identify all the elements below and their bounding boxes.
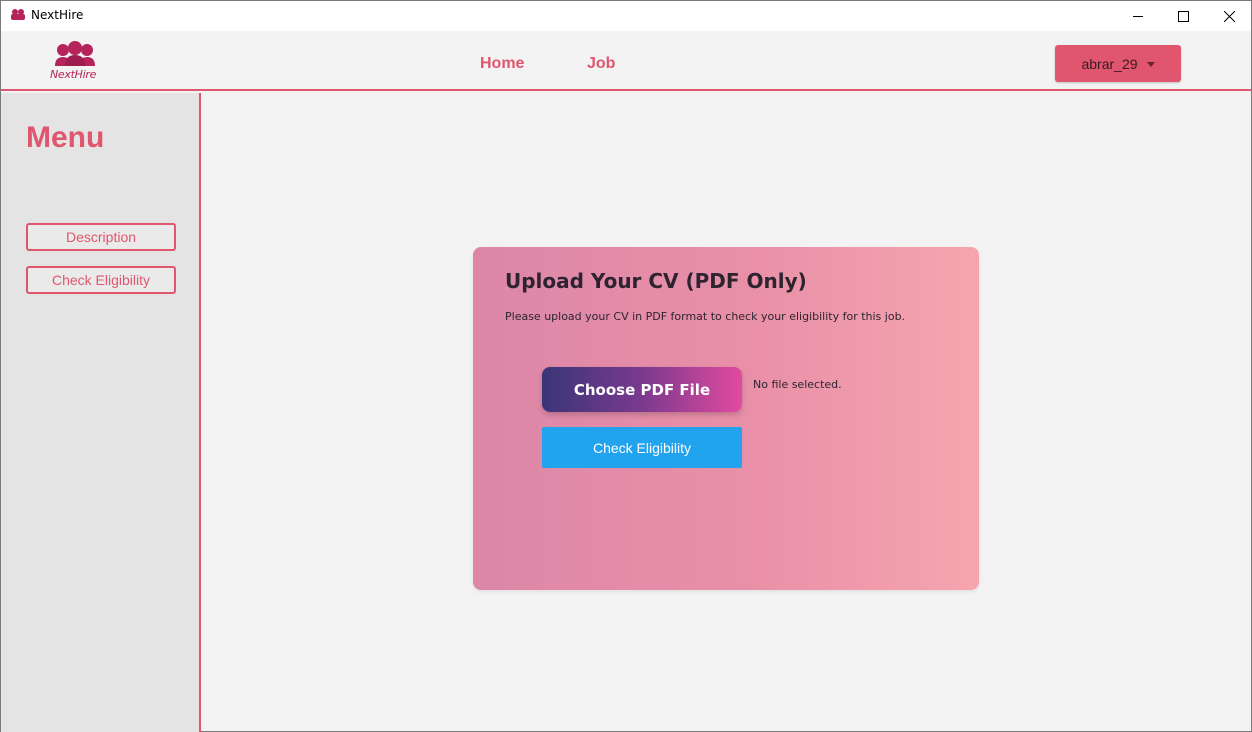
minimize-icon [1132, 15, 1143, 17]
choose-pdf-button[interactable]: Choose PDF File [542, 367, 742, 412]
upload-card-title: Upload Your CV (PDF Only) [505, 269, 807, 293]
sidebar: Menu Description Check Eligibility [1, 93, 201, 732]
chevron-down-icon [1146, 62, 1155, 67]
sidebar-title: Menu [26, 121, 105, 154]
close-button[interactable] [1206, 1, 1252, 31]
app-logo-icon [11, 9, 25, 20]
user-menu-button[interactable]: abrar_29 [1055, 45, 1181, 82]
nav-home-link[interactable]: Home [480, 55, 524, 73]
app-header: NextHire Home Job abrar_29 [1, 31, 1251, 91]
window-title: NextHire [31, 8, 84, 22]
window-titlebar: NextHire [1, 1, 1251, 31]
close-icon [1223, 10, 1235, 22]
nav-job-link[interactable]: Job [587, 55, 615, 73]
upload-cv-card: Upload Your CV (PDF Only) Please upload … [473, 247, 979, 590]
logo-text: NextHire [50, 68, 97, 81]
user-menu-label: abrar_29 [1081, 55, 1138, 72]
sidebar-item-check-eligibility[interactable]: Check Eligibility [26, 266, 176, 294]
check-eligibility-button[interactable]: Check Eligibility [542, 427, 742, 468]
file-status-text: No file selected. [753, 378, 842, 391]
minimize-button[interactable] [1115, 1, 1161, 31]
upload-card-subtitle: Please upload your CV in PDF format to c… [505, 310, 906, 323]
sidebar-item-description[interactable]: Description [26, 223, 176, 251]
maximize-button[interactable] [1160, 1, 1206, 31]
maximize-icon [1177, 10, 1189, 22]
